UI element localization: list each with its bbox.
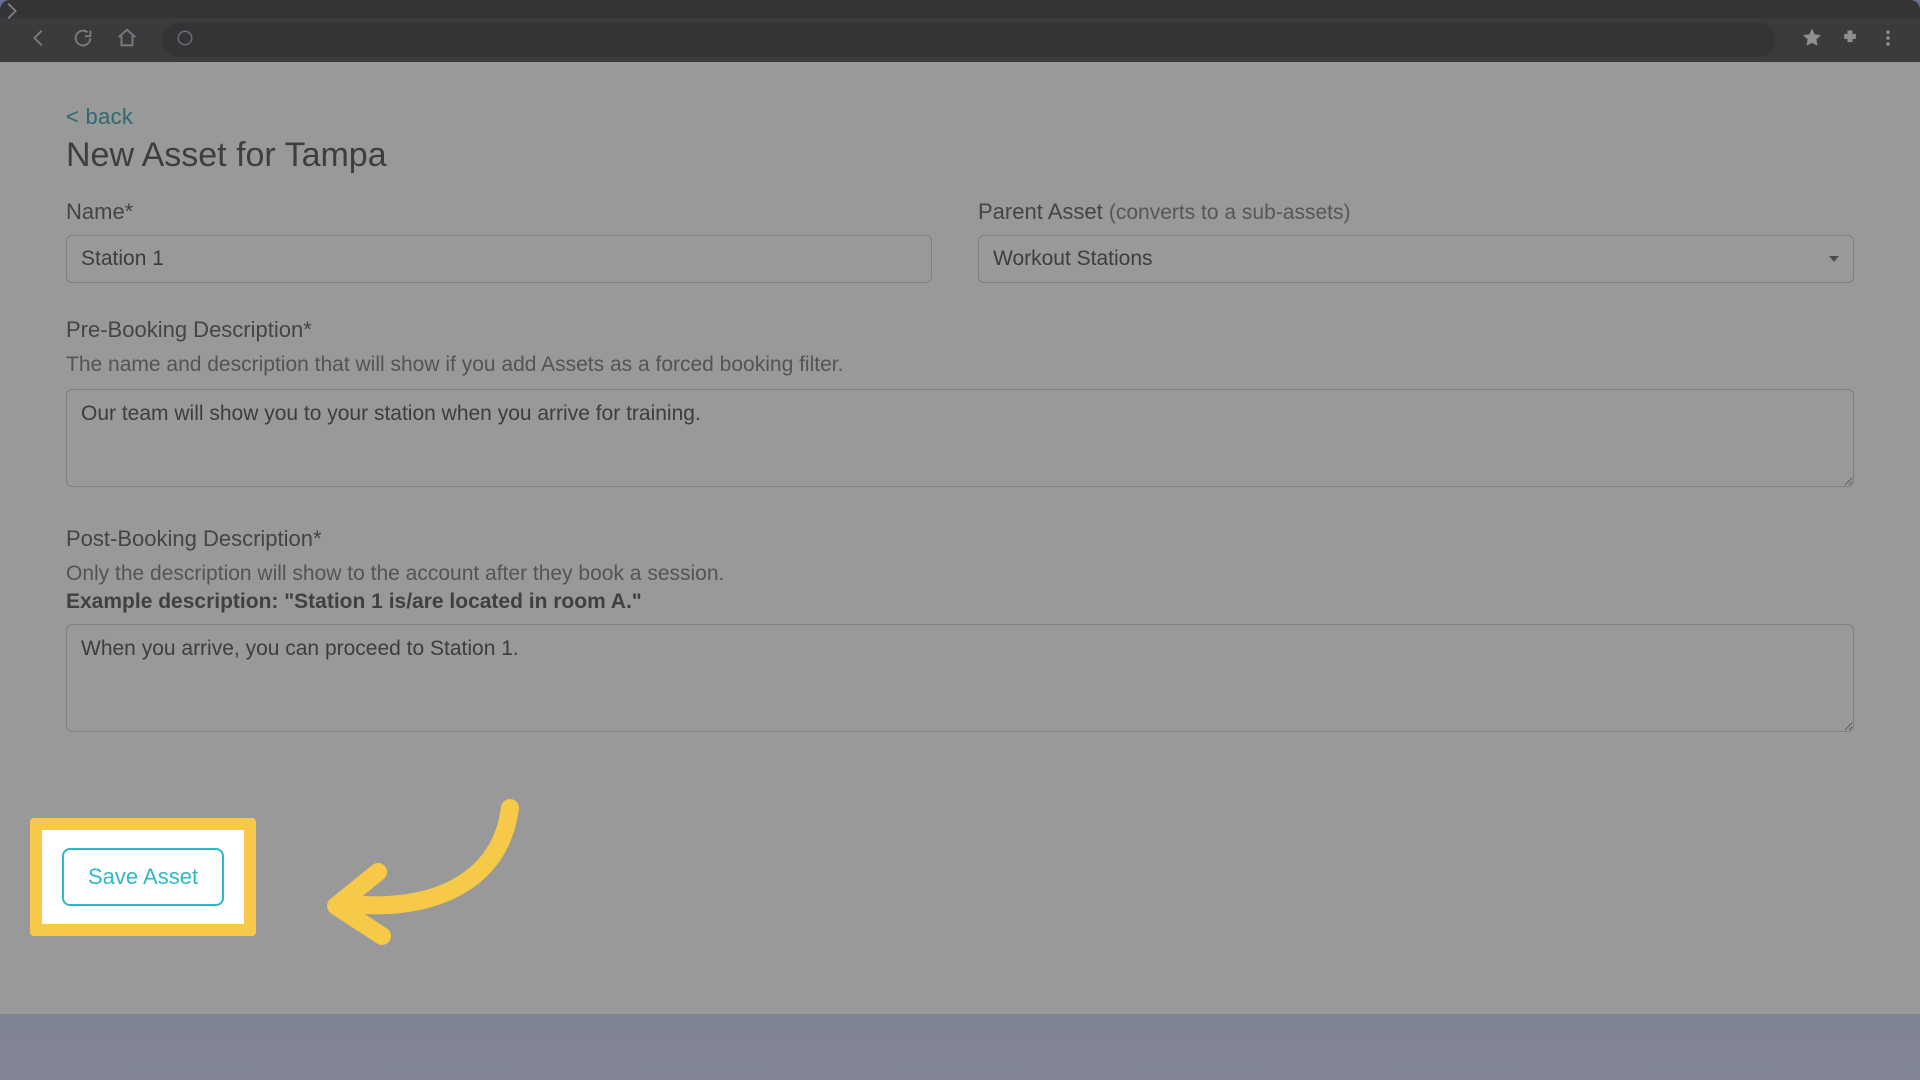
back-icon[interactable] [28,27,50,54]
name-input[interactable] [66,235,932,283]
back-link[interactable]: < back [66,104,133,130]
menu-dots-icon[interactable] [1878,28,1898,53]
post-sub: Only the description will show to the ac… [66,562,1854,586]
post-textarea[interactable] [66,624,1854,732]
pre-label: Pre-Booking Description* [66,317,1854,343]
pre-textarea[interactable] [66,389,1854,487]
parent-label: Parent Asset (converts to a sub-assets) [978,199,1854,225]
save-asset-button[interactable]: Save Asset [62,848,224,906]
tab-strip [0,0,1920,18]
reload-icon[interactable] [72,27,94,54]
url-bar[interactable] [162,23,1776,57]
browser-toolbar [0,18,1920,62]
parent-select-value: Workout Stations [993,247,1153,271]
parent-hint: (converts to a sub-assets) [1109,201,1351,224]
post-label: Post-Booking Description* [66,526,1854,552]
bookmark-star-icon[interactable] [1802,28,1822,53]
home-icon[interactable] [116,27,138,54]
name-label: Name* [66,199,932,225]
pre-sub: The name and description that will show … [66,353,1854,377]
page-viewport: < back New Asset for Tampa Name* Parent … [0,62,1920,1014]
save-highlight: Save Asset [30,818,256,936]
site-info-icon[interactable] [176,29,194,52]
browser-chrome [0,0,1920,62]
extensions-icon[interactable] [1840,28,1860,53]
post-example: Example description: "Station 1 is/are l… [66,590,1854,614]
chevron-down-icon [1829,256,1839,262]
page-title: New Asset for Tampa [66,136,1854,175]
parent-select[interactable]: Workout Stations [978,235,1854,283]
